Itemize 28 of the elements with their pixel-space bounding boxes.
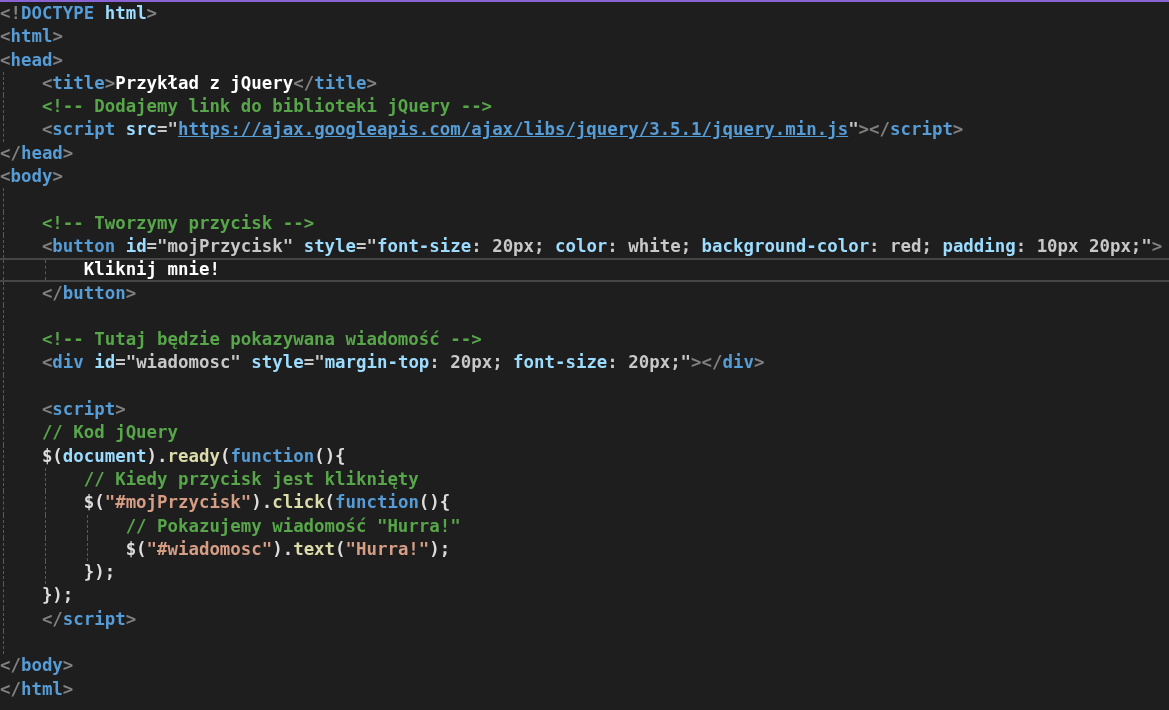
code-line: </head>: [0, 141, 74, 165]
code-line: $("#mojPrzycisk").click(function(){: [83, 491, 451, 515]
code-line: <script>: [41, 398, 126, 422]
code-line: <html>: [0, 25, 63, 49]
code-line: });: [83, 561, 116, 585]
code-line: <!-- Tutaj będzie pokazywana wiadomość -->: [41, 328, 482, 352]
code-line: });: [41, 584, 74, 608]
code-line: <!-- Tworzymy przycisk -->: [41, 211, 315, 235]
code-line: // Kod jQuery: [41, 421, 178, 445]
code-line: </html>: [0, 677, 74, 701]
code-line: <script src="https://ajax.googleapis.com/ajax/libs/jquery/3.5.1/jquery.min.js"></script>: [41, 118, 964, 142]
code-line: <button id="mojPrzycisk" style="font-size: 20px; color: white; background-color: red; padding: 10px 20px;">: [41, 234, 1163, 258]
url-link[interactable]: https://ajax.googleapis.com/ajax/libs/jquery/3.5.1/jquery.min.js: [178, 119, 849, 140]
code-line: Kliknij mnie!: [83, 260, 220, 280]
code-line: // Pokazujemy wiadomość "Hurra!": [125, 514, 461, 538]
code-line: </button>: [41, 281, 137, 305]
code-line: </body>: [0, 654, 74, 678]
code-line: $("#wiadomosc").text("Hurra!");: [125, 537, 451, 561]
code-line: <title>Przykład z jQuery</title>: [41, 71, 377, 95]
code-line: <!DOCTYPE html>: [0, 2, 158, 25]
code-line: <body>: [0, 165, 63, 189]
code-line: $(document).ready(function(){: [41, 444, 346, 468]
code-line: <!-- Dodajemy link do biblioteki jQuery -->: [41, 95, 493, 119]
code-line: <div id="wiadomosc" style="margin-top: 20px; font-size: 20px;"></div>: [41, 351, 765, 375]
code-line: // Kiedy przycisk jest kliknięty: [83, 467, 419, 491]
code-line: </script>: [41, 607, 137, 631]
code-editor[interactable]: [0, 0, 1169, 710]
code-line: <head>: [0, 48, 63, 72]
